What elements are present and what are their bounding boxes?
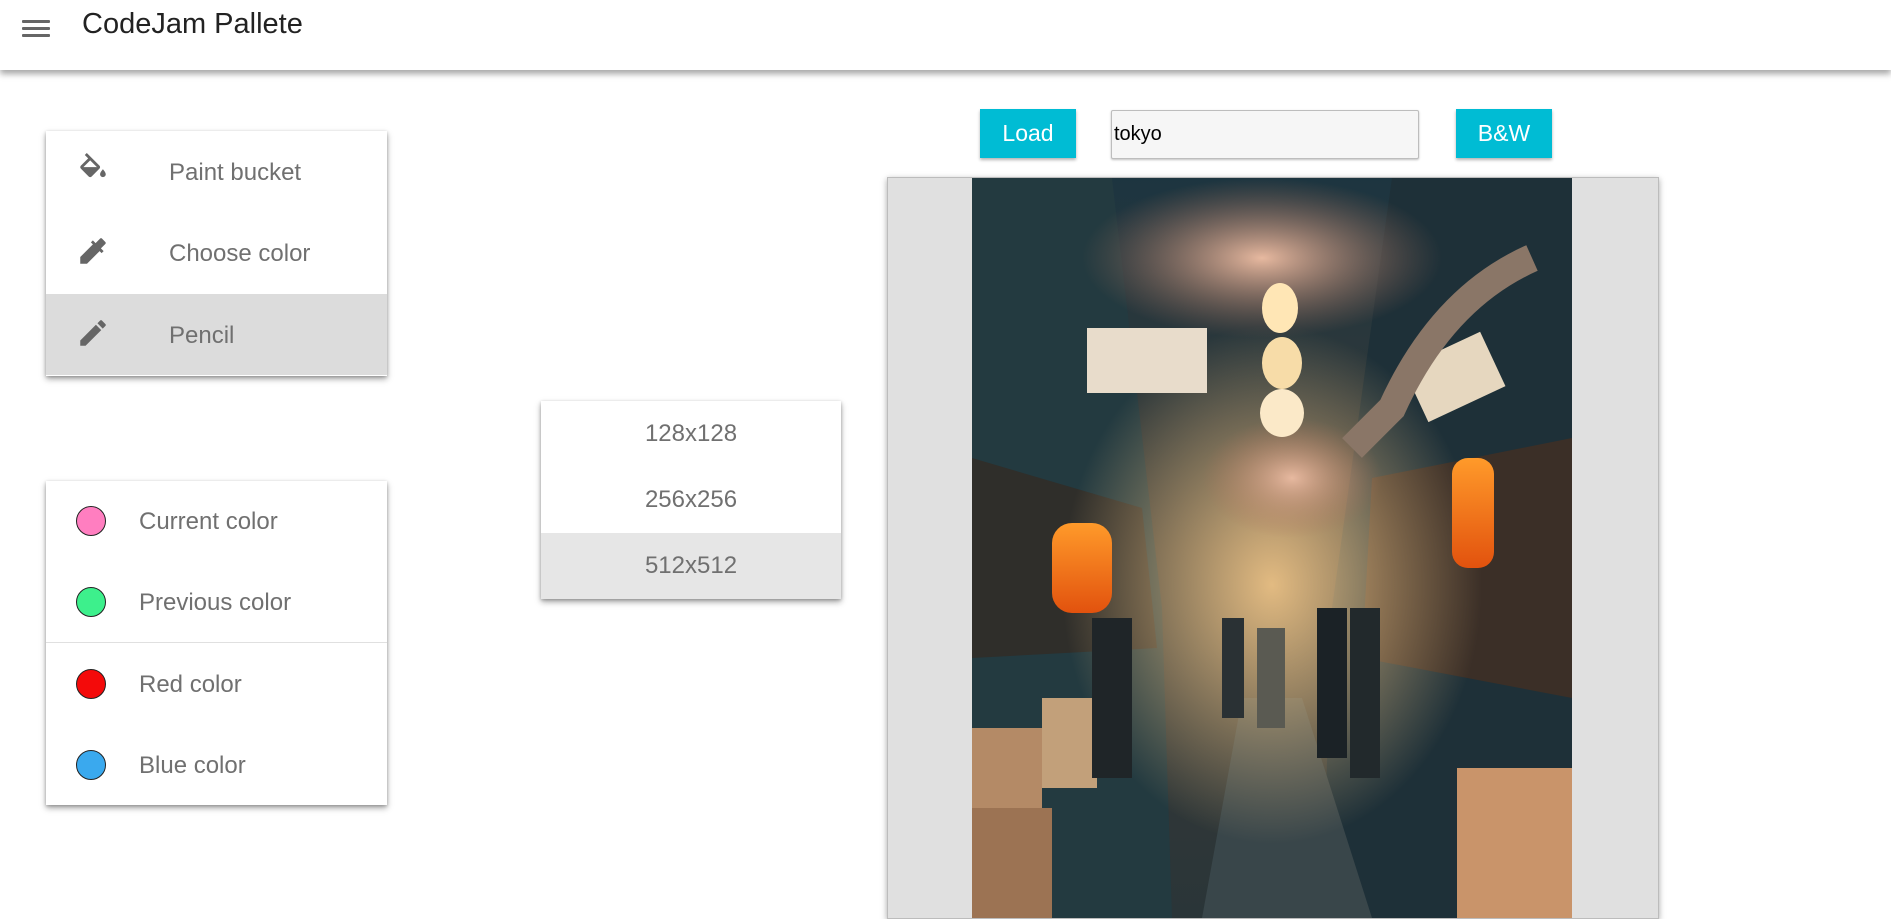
color-label: Current color xyxy=(139,508,278,535)
tool-paint-bucket[interactable]: Paint bucket xyxy=(46,131,387,212)
color-label: Previous color xyxy=(139,589,292,616)
color-swatch xyxy=(76,587,106,617)
hamburger-menu-icon[interactable] xyxy=(20,16,52,44)
color-item-previous[interactable]: Previous color xyxy=(46,562,387,642)
drawing-canvas[interactable] xyxy=(887,177,1659,919)
color-swatch xyxy=(76,506,106,536)
image-search-input[interactable] xyxy=(1111,110,1419,159)
color-swatch xyxy=(76,750,106,780)
load-button[interactable]: Load xyxy=(980,109,1076,158)
black-white-button[interactable]: B&W xyxy=(1456,109,1552,158)
divider xyxy=(46,642,387,643)
eyedropper-icon xyxy=(80,238,106,264)
canvas-image xyxy=(972,178,1572,918)
app-bar: CodeJam Pallete xyxy=(0,0,1891,70)
tool-label: Paint bucket xyxy=(169,159,302,186)
tool-label: Pencil xyxy=(169,322,235,349)
size-option-256[interactable]: 256x256 xyxy=(541,467,841,533)
colors-panel: Current color Previous color Red color B… xyxy=(46,481,387,805)
color-item-red[interactable]: Red color xyxy=(46,644,387,724)
tools-panel: Paint bucket Choose color Pencil xyxy=(46,131,387,376)
color-label: Blue color xyxy=(139,752,246,779)
color-label: Red color xyxy=(139,671,242,698)
tool-pencil[interactable]: Pencil xyxy=(46,294,387,375)
app-title: CodeJam Pallete xyxy=(82,8,303,40)
tool-choose-color[interactable]: Choose color xyxy=(46,212,387,293)
size-option-128[interactable]: 128x128 xyxy=(541,401,841,467)
color-item-current[interactable]: Current color xyxy=(46,481,387,561)
size-option-512[interactable]: 512x512 xyxy=(541,533,841,599)
pencil-icon xyxy=(80,320,106,346)
canvas-size-panel: 128x128 256x256 512x512 xyxy=(541,401,841,599)
color-swatch xyxy=(76,669,106,699)
color-item-blue[interactable]: Blue color xyxy=(46,725,387,805)
paint-bucket-icon xyxy=(80,153,106,178)
tool-label: Choose color xyxy=(169,240,311,267)
